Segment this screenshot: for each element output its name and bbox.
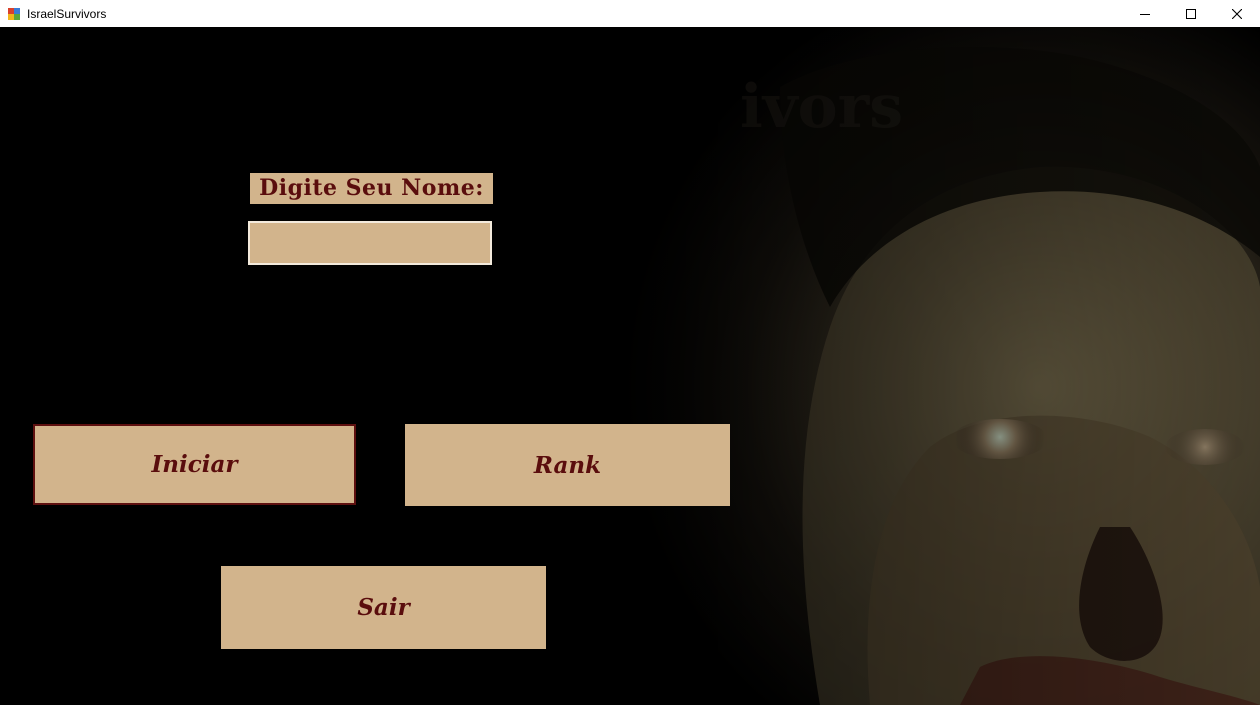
main-menu: ivors Digite Seu Nome: Iniciar Rank Sair xyxy=(0,27,1260,705)
close-button[interactable] xyxy=(1214,0,1260,27)
window-title: IsraelSurvivors xyxy=(27,6,107,21)
zombie-background-image: ivors xyxy=(0,27,1260,705)
title-bar[interactable]: IsraelSurvivors xyxy=(0,0,1260,27)
name-input[interactable] xyxy=(248,221,492,265)
minimize-icon xyxy=(1140,13,1150,15)
window-controls xyxy=(1122,0,1260,27)
minimize-button[interactable] xyxy=(1122,0,1168,27)
app-icon xyxy=(8,7,20,20)
app-window: IsraelSurvivors Digite Seu Nome: Iniciar… xyxy=(0,0,1260,705)
name-label: Digite Seu Nome: xyxy=(250,173,493,204)
rank-button[interactable]: Rank xyxy=(405,424,730,506)
exit-button[interactable]: Sair xyxy=(221,566,546,649)
close-icon xyxy=(1232,8,1242,19)
maximize-icon xyxy=(1186,8,1196,19)
maximize-button[interactable] xyxy=(1168,0,1214,27)
start-button[interactable]: Iniciar xyxy=(33,424,356,505)
